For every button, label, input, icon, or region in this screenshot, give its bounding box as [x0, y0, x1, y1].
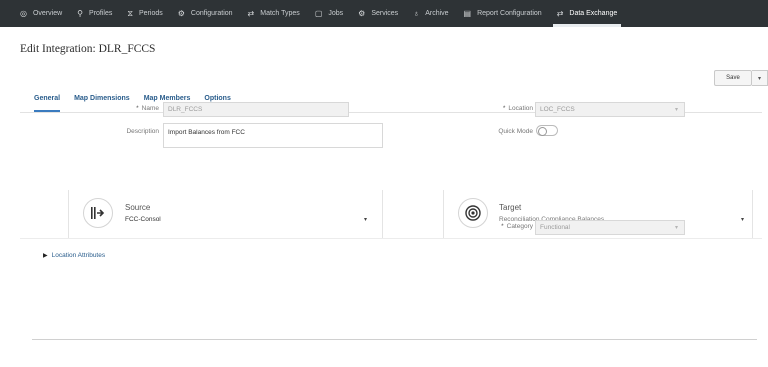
required-indicator: * — [501, 223, 504, 230]
quick-mode-toggle[interactable] — [536, 125, 558, 136]
nav-item-profiles[interactable]: ⚲ Profiles — [77, 0, 112, 27]
target-dropdown-icon[interactable]: ▾ — [741, 216, 744, 223]
nav-item-label: Report Configuration — [477, 10, 542, 17]
target-circle-icon — [465, 205, 481, 221]
report-icon: ▤ — [463, 8, 472, 18]
tab-general[interactable]: General — [34, 95, 61, 112]
nav-item-periods[interactable]: ⧖ Periods — [127, 0, 162, 27]
description-field[interactable]: Import Balances from FCC — [163, 123, 383, 148]
caret-right-icon: ▶ — [43, 253, 48, 259]
exchange-icon: ⇄ — [556, 8, 564, 18]
nav-item-label: Archive — [425, 10, 449, 17]
description-label: Description — [126, 128, 159, 135]
location-select[interactable]: LOC_FCCS ▾ — [535, 102, 685, 117]
nav-item-report-configuration[interactable]: ▤ Report Configuration — [464, 0, 542, 27]
chevron-down-icon: ▾ — [757, 75, 761, 82]
services-icon: ⚙ — [358, 8, 366, 18]
nav-item-label: Periods — [139, 10, 163, 17]
required-indicator: * — [502, 105, 506, 112]
nav-item-jobs[interactable]: ▢ Jobs — [315, 0, 343, 27]
location-attributes-toggle[interactable]: ▶ Location Attributes — [43, 252, 105, 259]
jobs-icon: ▢ — [314, 8, 323, 18]
nav-item-configuration[interactable]: ⚙ Configuration — [178, 0, 233, 27]
name-label: * Name — [136, 105, 159, 112]
save-button[interactable]: Save — [714, 70, 752, 86]
name-field[interactable]: DLR_FCCS — [163, 102, 349, 117]
nav-item-label: Services — [371, 10, 399, 17]
chevron-down-icon: ▾ — [674, 107, 678, 113]
archive-icon: ♁ — [413, 8, 420, 18]
nav-item-overview[interactable]: ◎ Overview — [20, 0, 62, 27]
chevron-down-icon: ▾ — [674, 225, 678, 231]
nav-item-label: Profiles — [89, 10, 113, 17]
periods-icon: ⧖ — [127, 8, 133, 18]
source-dropdown-icon[interactable]: ▾ — [364, 216, 367, 223]
target-icon: ◎ — [20, 8, 27, 18]
top-navigation-bar: ◎ Overview ⚲ Profiles ⧖ Periods ⚙ Configurat… — [0, 0, 768, 27]
target-title: Target — [499, 203, 522, 212]
page-title: Edit Integration: DLR_FCCS — [20, 43, 156, 55]
nav-item-label: Overview — [32, 10, 63, 17]
nav-item-match-types[interactable]: ⇄ Match Types — [248, 0, 300, 27]
required-indicator: * — [136, 105, 139, 112]
user-icon: ⚲ — [77, 8, 84, 18]
category-select[interactable]: Functional ▾ — [535, 220, 685, 235]
nav-item-label: Jobs — [328, 10, 344, 17]
quick-mode-label: Quick Mode — [498, 128, 533, 135]
location-value: LOC_FCCS — [540, 106, 575, 113]
edit-integration-page: Edit Integration: DLR_FCCS Save ▾ Genera… — [5, 27, 768, 367]
source-title: Source — [125, 203, 151, 212]
source-icon — [83, 198, 113, 228]
source-value: FCC-Consol — [125, 216, 161, 223]
location-label: * Location — [502, 105, 533, 112]
save-menu-button[interactable]: ▾ — [752, 70, 768, 86]
category-value: Functional — [540, 224, 570, 231]
nav-item-label: Data Exchange — [569, 10, 618, 17]
nav-item-label: Configuration — [190, 10, 233, 17]
gear-icon: ⚙ — [177, 8, 185, 18]
source-card: Source FCC-Consol ▾ — [68, 190, 383, 239]
category-label: * Category — [501, 223, 533, 230]
section-divider — [20, 238, 762, 239]
nav-item-services[interactable]: ⚙ Services — [358, 0, 398, 27]
match-icon: ⇄ — [247, 8, 255, 18]
import-icon — [91, 207, 105, 219]
nav-item-label: Match Types — [260, 10, 300, 17]
footer-divider — [32, 339, 757, 340]
nav-item-archive[interactable]: ♁ Archive — [413, 0, 448, 27]
nav-item-data-exchange[interactable]: ⇄ Data Exchange — [552, 0, 621, 27]
